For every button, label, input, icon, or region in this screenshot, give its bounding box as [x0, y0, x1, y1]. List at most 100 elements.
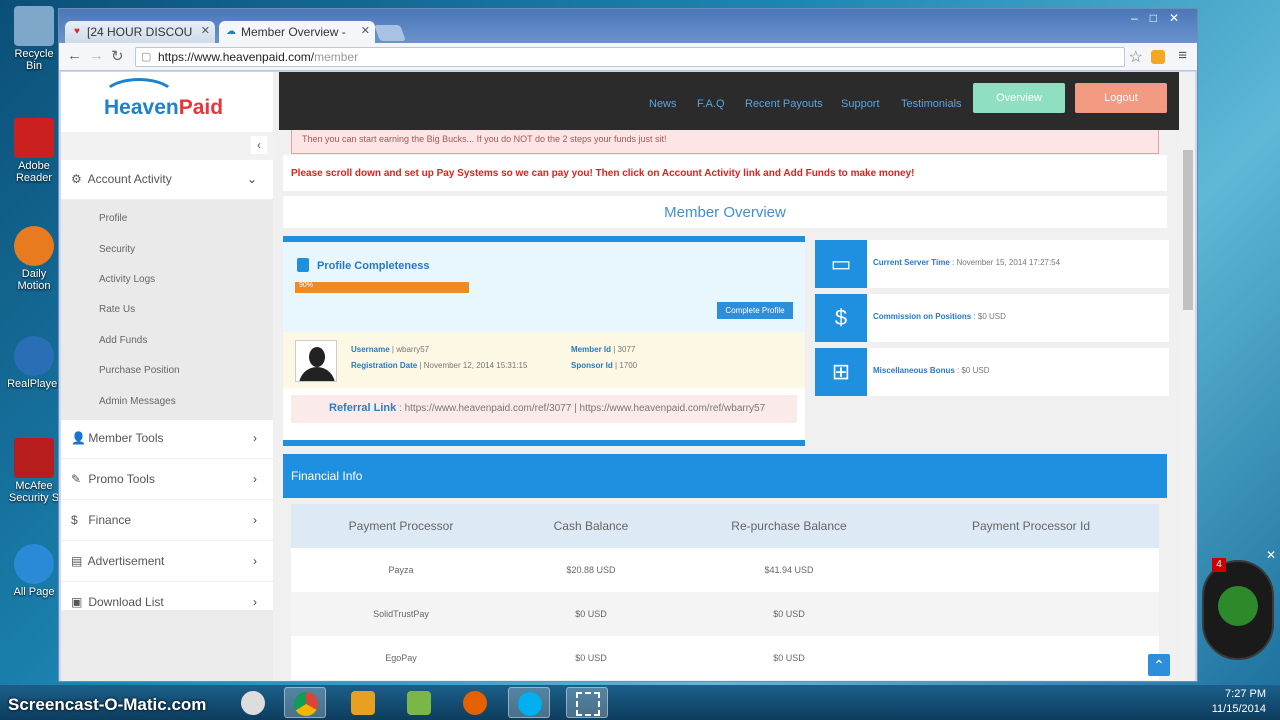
referral-link-id[interactable]: https://www.heavenpaid.com/ref/3077 — [405, 403, 572, 414]
tab-member-overview[interactable]: ☁ Member Overview - ✕ — [219, 21, 375, 43]
close-icon[interactable]: ✕ — [201, 24, 210, 37]
taskbar-tool[interactable] — [342, 687, 384, 718]
desktop-gadget[interactable]: 4 ✕ — [1200, 548, 1280, 678]
back-icon[interactable]: ← — [67, 47, 82, 64]
complete-profile-button[interactable]: Complete Profile — [717, 302, 793, 319]
watermark-text: Screencast-O-Matic.com — [8, 695, 207, 714]
taskbar-chart-app[interactable] — [398, 687, 440, 718]
username-label: Username — [351, 345, 390, 354]
recycle-bin-icon[interactable]: Recycle Bin — [6, 6, 62, 72]
collapse-arrow-icon[interactable]: ‹ — [251, 136, 267, 154]
desktop-icon-label: Daily Motion — [17, 268, 51, 292]
daily-motion-icon[interactable]: Daily Motion — [6, 226, 62, 292]
alert-box: Then you can start earning the Big Bucks… — [291, 130, 1159, 154]
chevron-right-icon: › — [253, 595, 257, 609]
close-icon[interactable]: ✕ — [361, 24, 370, 37]
system-clock[interactable]: 7:27 PM 11/15/2014 — [1212, 687, 1266, 717]
window-controls[interactable]: –□✕ — [1131, 11, 1191, 25]
bookmark-star-icon[interactable]: ☆ — [1129, 47, 1143, 67]
logo-text-paid: Paid — [178, 96, 224, 119]
logo[interactable]: HeavenPaid — [61, 72, 273, 132]
submenu-profile[interactable]: Profile — [99, 213, 127, 224]
tab-discount[interactable]: ♥ [24 HOUR DISCOU ✕ — [65, 21, 215, 43]
desktop-icon-label: Adobe Reader — [15, 160, 53, 184]
forward-icon[interactable]: → — [89, 47, 104, 64]
submenu-add-funds[interactable]: Add Funds — [99, 335, 147, 346]
column-header: Cash Balance — [553, 519, 629, 533]
username-field: Username | wbarry57 — [351, 345, 430, 354]
submenu-security[interactable]: Security — [99, 244, 135, 255]
clock-time: 7:27 PM — [1225, 688, 1266, 700]
nav-support[interactable]: Support — [841, 98, 880, 110]
monitor-icon: ▭ — [815, 240, 867, 288]
taskbar-screen-recorder[interactable] — [566, 687, 608, 718]
taskbar-firefox[interactable] — [454, 687, 496, 718]
sidebar-item-label: Account Activity — [87, 172, 172, 186]
nav-testimonials[interactable]: Testimonials — [901, 98, 962, 110]
sidebar-item-member-tools[interactable]: 👤 Member Tools › — [61, 419, 273, 459]
submenu-activity-logs[interactable]: Activity Logs — [99, 274, 155, 285]
stat-value: $0 USD — [961, 366, 990, 375]
table-cell: SolidTrustPay — [373, 609, 429, 619]
tab-bar: ♥ [24 HOUR DISCOU ✕ ☁ Member Overview - … — [59, 9, 1197, 43]
ie-icon[interactable]: All Page — [6, 544, 62, 598]
web-page: HeavenPaid ‹ ⚙ Account Activity ⌄ Profil… — [61, 72, 1195, 681]
url-host: https://www.heavenpaid.com/ — [158, 50, 315, 64]
heart-icon: ♥ — [74, 26, 80, 37]
sidebar-item-finance[interactable]: $ Finance › — [61, 501, 273, 541]
submenu-rate-us[interactable]: Rate Us — [99, 304, 135, 315]
nav-faq[interactable]: F.A.Q — [697, 98, 725, 110]
desktop-icon-label: All Page — [13, 586, 55, 598]
memberid-field: Member Id | 3077 — [571, 345, 636, 354]
gear-icon: ⚙ — [71, 172, 82, 186]
url-input[interactable]: ▢ https://www.heavenpaid.com/member — [135, 47, 1125, 67]
url-path: member — [314, 50, 359, 64]
extension-icon[interactable] — [1151, 50, 1165, 64]
page-icon: ▢ — [141, 51, 152, 63]
user-icon: 👤 — [71, 431, 86, 445]
referral-link-username[interactable]: https://www.heavenpaid.com/ref/wbarry57 — [580, 403, 766, 414]
submenu-admin-messages[interactable]: Admin Messages — [99, 396, 176, 407]
table-row: EgoPay $0 USD $0 USD — [291, 636, 1159, 680]
menu-icon[interactable]: ≡ — [1178, 47, 1187, 64]
stat-label: Current Server Time — [873, 258, 950, 267]
page-scrollbar[interactable] — [1181, 72, 1195, 681]
scrollbar-thumb[interactable] — [1183, 150, 1193, 310]
username-value: wbarry57 — [396, 345, 430, 354]
sponsorid-value: 1700 — [619, 361, 638, 370]
taskbar-clock-app[interactable] — [232, 687, 274, 718]
sponsorid-label: Sponsor Id — [571, 361, 613, 370]
reload-icon[interactable]: ↻ — [111, 47, 124, 65]
taskbar-skype[interactable] — [508, 687, 550, 718]
close-icon[interactable]: ✕ — [1266, 548, 1276, 562]
realplayer-icon[interactable]: RealPlayer — [6, 336, 62, 390]
page-title: Member Overview — [283, 196, 1167, 228]
sidebar-item-account-activity[interactable]: ⚙ Account Activity ⌄ — [61, 160, 273, 200]
sidebar-item-advertisement[interactable]: ▤ Advertisement › — [61, 542, 273, 582]
column-header: Payment Processor Id — [971, 519, 1091, 533]
stat-misc-bonus: ⊞ Miscellaneous Bonus : $0 USD — [815, 348, 1169, 396]
dollar-icon: $ — [71, 513, 78, 527]
logout-button[interactable]: Logout — [1075, 83, 1167, 113]
sponsorid-field: Sponsor Id | 1700 — [571, 361, 638, 370]
mcafee-icon[interactable]: McAfee Security S — [6, 438, 62, 504]
nav-recent-payouts[interactable]: Recent Payouts — [745, 98, 823, 110]
nav-news[interactable]: News — [649, 98, 677, 110]
logo-text-heaven: Heaven — [104, 96, 179, 119]
regdate-field: Registration Date | November 12, 2014 15… — [351, 361, 528, 370]
new-tab-button[interactable] — [374, 25, 406, 41]
sidebar-item-promo-tools[interactable]: ✎ Promo Tools › — [61, 460, 273, 500]
overview-button[interactable]: Overview — [973, 83, 1065, 113]
adobe-reader-icon[interactable]: Adobe Reader — [6, 118, 62, 184]
desktop-icon-label: RealPlayer — [7, 378, 61, 390]
sidebar-footer — [61, 610, 273, 681]
submenu-purchase-position[interactable]: Purchase Position — [99, 365, 180, 376]
profile-completeness: Profile Completeness 90% Complete Profil… — [283, 242, 805, 332]
sidebar-collapse-bar: ‹ — [61, 132, 273, 160]
taskbar-chrome[interactable] — [284, 687, 326, 718]
table-cell: $0 USD — [575, 609, 607, 619]
sidebar-item-label: Promo Tools — [88, 472, 155, 486]
desktop-icons: Recycle Bin Adobe Reader Daily Motion Re… — [0, 0, 62, 685]
avatar — [295, 340, 337, 382]
scroll-to-top-button[interactable]: ⌃ — [1148, 654, 1170, 676]
